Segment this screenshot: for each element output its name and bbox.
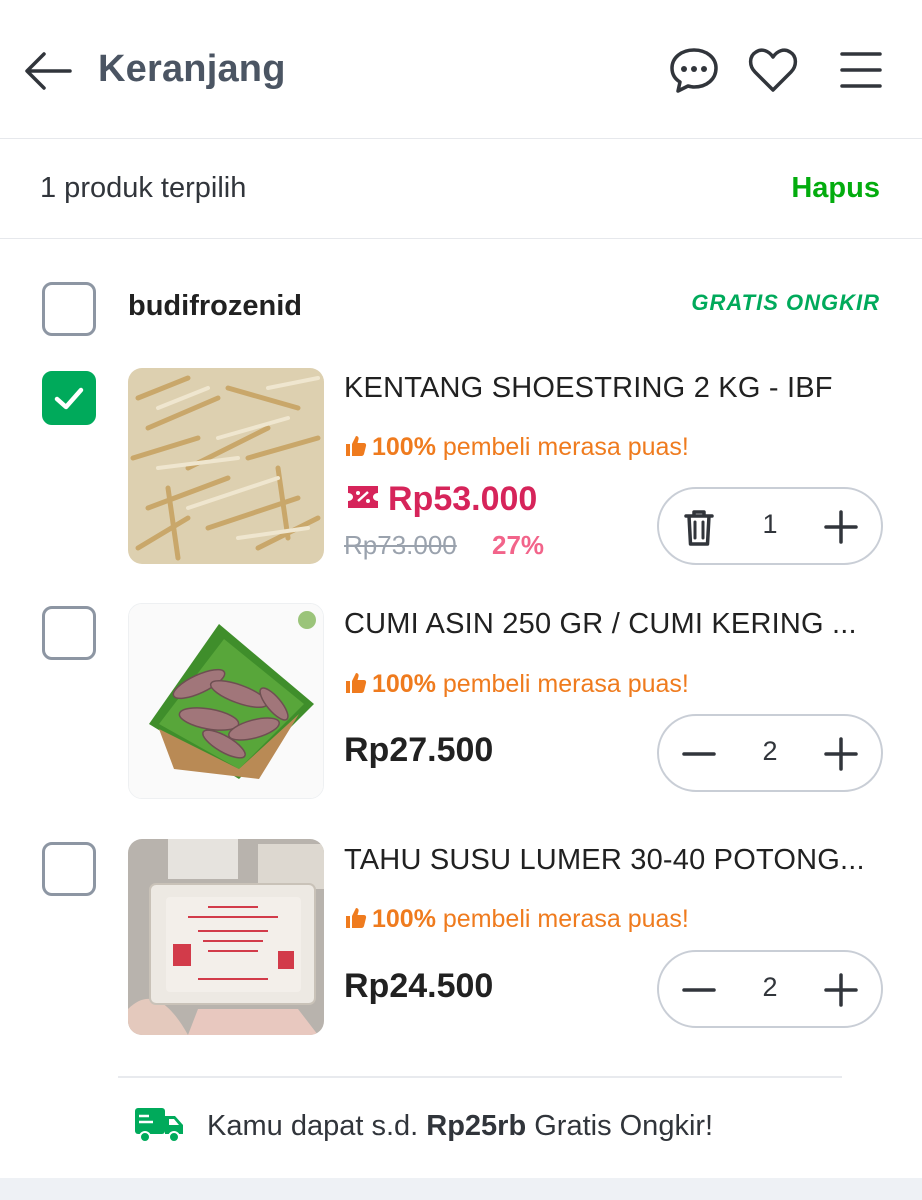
selected-count-text: 1 produk terpilih xyxy=(40,172,247,204)
minus-icon xyxy=(682,988,716,992)
shop-name[interactable]: budifrozenid xyxy=(128,290,302,323)
quantity-value[interactable]: 2 xyxy=(729,972,811,1003)
increase-quantity-button[interactable] xyxy=(815,728,867,780)
thumbs-up-icon xyxy=(346,436,367,456)
product-image-tofu[interactable] xyxy=(128,839,324,1035)
product-image-squid[interactable] xyxy=(128,603,324,799)
trash-icon xyxy=(684,510,714,546)
product-image-fries[interactable] xyxy=(128,368,324,564)
page-title: Keranjang xyxy=(98,48,286,90)
quantity-stepper: 2 xyxy=(657,714,883,792)
check-icon xyxy=(54,387,84,410)
bottom-bar xyxy=(0,1178,922,1200)
decrease-quantity-button[interactable] xyxy=(673,964,725,1016)
back-arrow-icon[interactable] xyxy=(22,48,74,94)
delete-item-button[interactable] xyxy=(673,501,725,553)
delete-button[interactable]: Hapus xyxy=(791,172,880,205)
coupon-icon xyxy=(348,486,378,508)
thumbs-up-icon xyxy=(346,908,367,928)
divider xyxy=(118,1076,842,1078)
quantity-value[interactable]: 2 xyxy=(729,736,811,767)
heart-icon[interactable] xyxy=(747,44,799,96)
free-shipping-badge: GRATIS ONGKIR xyxy=(691,290,880,315)
delivery-truck-icon xyxy=(133,1104,185,1154)
plus-icon xyxy=(824,510,858,544)
product-name[interactable]: CUMI ASIN 250 GR / CUMI KERING ... xyxy=(344,608,857,641)
product-name[interactable]: TAHU SUSU LUMER 30-40 POTONG... xyxy=(344,844,865,877)
product-price: Rp53.000 xyxy=(388,480,538,518)
product-price: Rp27.500 xyxy=(344,731,494,769)
satisfaction-text: 100% pembeli merasa puas! xyxy=(344,670,689,699)
thumbs-up-icon xyxy=(346,673,367,693)
quantity-stepper: 1 xyxy=(657,487,883,565)
plus-icon xyxy=(824,737,858,771)
menu-icon[interactable] xyxy=(835,44,887,96)
increase-quantity-button[interactable] xyxy=(815,501,867,553)
plus-icon xyxy=(824,973,858,1007)
increase-quantity-button[interactable] xyxy=(815,964,867,1016)
top-app-bar: Keranjang xyxy=(0,0,922,139)
free-shipping-info: Kamu dapat s.d. Rp25rb Gratis Ongkir! xyxy=(207,1110,714,1142)
minus-icon xyxy=(682,752,716,756)
item-checkbox[interactable] xyxy=(42,371,96,425)
satisfaction-text: 100% pembeli merasa puas! xyxy=(344,433,689,462)
product-name[interactable]: KENTANG SHOESTRING 2 KG - IBF xyxy=(344,372,833,405)
item-checkbox[interactable] xyxy=(42,842,96,896)
quantity-value[interactable]: 1 xyxy=(729,509,811,540)
product-price: Rp24.500 xyxy=(344,967,494,1005)
satisfaction-text: 100% pembeli merasa puas! xyxy=(344,905,689,934)
item-checkbox[interactable] xyxy=(42,606,96,660)
original-price: Rp73.000 xyxy=(344,530,457,560)
chat-icon[interactable] xyxy=(668,44,720,96)
quantity-stepper: 2 xyxy=(657,950,883,1028)
shop-checkbox[interactable] xyxy=(42,282,96,336)
decrease-quantity-button[interactable] xyxy=(673,728,725,780)
discount-percent: 27% xyxy=(492,530,545,560)
